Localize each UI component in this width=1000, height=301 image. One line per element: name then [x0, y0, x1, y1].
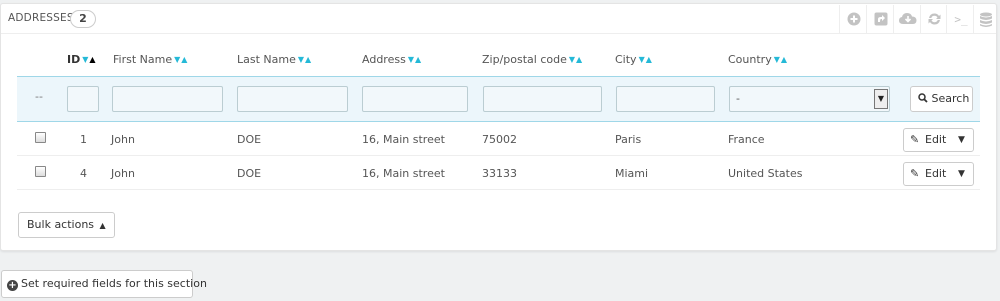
column-header-label: First Name [113, 53, 173, 66]
cell-last-name: DOE [237, 133, 262, 146]
sort-desc-icon[interactable]: ▼ [639, 55, 645, 64]
row-checkbox[interactable] [35, 132, 46, 143]
first-name-filter-input[interactable] [112, 86, 223, 112]
set-required-fields-button[interactable]: + Set required fields for this section [1, 270, 207, 298]
chevron-up-icon: ▲ [99, 221, 106, 230]
edit-button[interactable]: ✎ Edit ▼ [903, 128, 974, 152]
last-name-filter-input[interactable] [237, 86, 348, 112]
column-header-address[interactable]: Address ▼▲ [362, 50, 421, 76]
toolbar-divider [946, 5, 947, 33]
column-header-label: Last Name [237, 53, 296, 66]
addresses-panel: ADDRESSES 2 >_ ID ▼▲ First Name ▼▲ Last … [0, 3, 997, 251]
sort-asc-icon[interactable]: ▲ [305, 55, 311, 64]
panel-title: ADDRESSES [8, 12, 74, 24]
column-header-id[interactable]: ID ▼▲ [67, 50, 96, 76]
edit-button-label: Edit [925, 133, 947, 146]
column-header-zip[interactable]: Zip/postal code ▼▲ [482, 50, 582, 76]
pencil-icon: ✎ [910, 133, 920, 146]
city-filter-input[interactable] [616, 86, 715, 112]
search-button[interactable]: Search [910, 86, 973, 112]
cell-id: 4 [80, 167, 87, 180]
sort-asc-icon[interactable]: ▲ [181, 55, 187, 64]
column-header-label: City [615, 53, 637, 66]
sort-asc-icon[interactable]: ▲ [781, 55, 787, 64]
sort-desc-icon[interactable]: ▼ [298, 55, 304, 64]
address-filter-input[interactable] [362, 86, 468, 112]
toolbar-divider [839, 5, 840, 33]
search-icon [918, 92, 932, 105]
plus-circle-icon: + [7, 280, 18, 291]
search-button-label: Search [931, 92, 970, 105]
sql-query-icon[interactable]: >_ [950, 12, 972, 28]
column-header-first-name[interactable]: First Name ▼▲ [113, 50, 187, 76]
toolbar-divider [866, 5, 867, 33]
refresh-icon[interactable] [925, 12, 943, 28]
table-row[interactable]: 4 John DOE 16, Main street 33133 Miami U… [17, 157, 980, 190]
chevron-down-icon[interactable]: ▼ [958, 129, 965, 151]
import-icon[interactable] [898, 12, 918, 28]
sort-asc-icon[interactable]: ▲ [646, 55, 652, 64]
cell-first-name: John [111, 133, 135, 146]
add-new-icon[interactable] [845, 12, 863, 28]
cell-zip: 33133 [482, 167, 517, 180]
column-header-label: Zip/postal code [482, 53, 567, 66]
filter-row: -- - ▼ Search [17, 76, 980, 122]
column-header-label: Country [728, 53, 772, 66]
export-icon[interactable] [872, 12, 890, 28]
chevron-down-icon[interactable]: ▼ [958, 163, 965, 185]
id-filter-input[interactable] [67, 86, 99, 112]
count-badge: 2 [70, 10, 96, 28]
set-required-fields-label: Set required fields for this section [21, 277, 207, 290]
cell-address: 16, Main street [362, 167, 445, 180]
cell-country: United States [728, 167, 803, 180]
toolbar-divider [893, 5, 894, 33]
row-checkbox[interactable] [35, 166, 46, 177]
cell-country: France [728, 133, 765, 146]
sort-desc-icon[interactable]: ▼ [569, 55, 575, 64]
cell-city: Miami [615, 167, 649, 180]
country-filter-select[interactable]: - ▼ [729, 86, 890, 112]
cell-first-name: John [111, 167, 135, 180]
sql-manager-icon[interactable] [977, 12, 995, 28]
cell-city: Paris [615, 133, 642, 146]
sort-desc-icon[interactable]: ▼ [774, 55, 780, 64]
panel-heading: ADDRESSES 2 >_ [1, 4, 996, 34]
filter-placeholder-dash: -- [35, 90, 43, 103]
sort-desc-icon[interactable]: ▼ [82, 55, 88, 64]
cell-address: 16, Main street [362, 133, 445, 146]
edit-button[interactable]: ✎ Edit ▼ [903, 162, 974, 186]
chevron-down-icon[interactable]: ▼ [874, 89, 888, 109]
zip-filter-input[interactable] [483, 86, 602, 112]
cell-last-name: DOE [237, 167, 262, 180]
bulk-actions-label: Bulk actions [27, 218, 95, 231]
bulk-actions-button[interactable]: Bulk actions ▲ [18, 212, 115, 238]
pencil-icon: ✎ [910, 167, 920, 180]
cell-id: 1 [80, 133, 87, 146]
sort-desc-icon[interactable]: ▼ [408, 55, 414, 64]
sort-asc-icon[interactable]: ▲ [89, 55, 95, 64]
cell-zip: 75002 [482, 133, 517, 146]
sort-asc-icon[interactable]: ▲ [576, 55, 582, 64]
sort-desc-icon[interactable]: ▼ [174, 55, 180, 64]
toolbar-divider [973, 5, 974, 33]
sort-asc-icon[interactable]: ▲ [415, 55, 421, 64]
toolbar-divider [920, 5, 921, 33]
column-header-last-name[interactable]: Last Name ▼▲ [237, 50, 311, 76]
edit-button-label: Edit [925, 167, 947, 180]
column-header-label: ID [67, 53, 81, 66]
table-row[interactable]: 1 John DOE 16, Main street 75002 Paris F… [17, 123, 980, 156]
column-header-label: Address [362, 53, 406, 66]
country-filter-value: - [736, 92, 740, 105]
column-header-country[interactable]: Country ▼▲ [728, 50, 787, 76]
column-header-city[interactable]: City ▼▲ [615, 50, 652, 76]
